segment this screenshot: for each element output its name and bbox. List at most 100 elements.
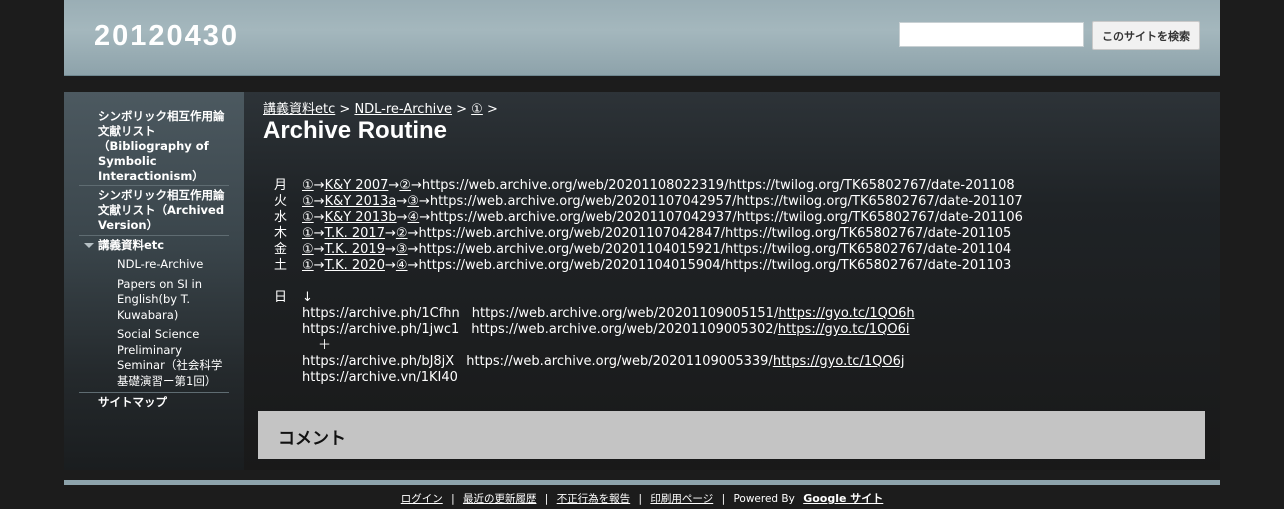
archive-ph-text: https://archive.ph/1Cfhn	[302, 306, 460, 321]
footer-report-abuse-link[interactable]: 不正行為を報告	[557, 493, 631, 505]
gyo-link[interactable]: https://gyo.tc/1QO6h	[778, 306, 914, 321]
archive-url-text: https://web.archive.org/web/202011070428…	[418, 226, 1012, 241]
archive-url-text: https://web.archive.org/web/202011080223…	[421, 178, 1015, 193]
search-button[interactable]: このサイトを検索	[1092, 21, 1200, 50]
sidebar-subitem-papers-on-si[interactable]: Papers on SI in English(by T. Kuwabara)	[79, 275, 229, 326]
breadcrumb-link-1[interactable]: ①	[471, 102, 483, 117]
site-header: 20120430 このサイトを検索	[64, 0, 1220, 76]
gyo-link[interactable]: https://gyo.tc/1QO6i	[778, 322, 910, 337]
link-num[interactable]: ④	[396, 258, 408, 273]
sidebar-item-sitemap[interactable]: サイトマップ	[79, 393, 229, 411]
link-ref[interactable]: T.K. 2017	[325, 226, 385, 241]
link-num[interactable]: ④	[408, 210, 420, 225]
gyo-link[interactable]: https://gyo.tc/1QO6j	[773, 354, 905, 369]
arrow: →	[313, 226, 325, 241]
routine-row-fri: 金 ①→T.K. 2019→③→https://web.archive.org/…	[274, 242, 1023, 258]
footer-print-page-link[interactable]: 印刷用ページ	[650, 493, 713, 505]
link-1[interactable]: ①	[302, 242, 314, 257]
archive-ph-text: https://archive.ph/bJ8jX	[302, 354, 455, 369]
site-title[interactable]: 20120430	[94, 20, 239, 53]
down-arrow: ↓	[302, 290, 313, 305]
archive-url-text: https://web.archive.org/web/202011070429…	[430, 210, 1023, 225]
link-1[interactable]: ①	[302, 178, 314, 193]
sidebar-item-bibliography[interactable]: シンボリック相互作用論文献リスト（Bibliography of Symboli…	[79, 109, 229, 186]
arrow: →	[313, 258, 325, 273]
sidebar-item-lecture-materials[interactable]: 講義資料etc	[79, 236, 229, 255]
link-ref[interactable]: T.K. 2019	[325, 242, 385, 257]
day-label: 火	[274, 194, 288, 209]
arrow: →	[396, 210, 408, 225]
breadcrumb-separator: >	[339, 102, 351, 117]
sidebar-subitem-seminar[interactable]: Social Science Preliminary Seminar（社会科学基…	[79, 325, 229, 393]
link-1[interactable]: ①	[302, 210, 314, 225]
footer-separator: |	[451, 493, 455, 505]
footer: ログイン | 最近の更新履歴 | 不正行為を報告 | 印刷用ページ | Powe…	[0, 490, 1284, 506]
sidebar-nav: シンボリック相互作用論文献リスト（Bibliography of Symboli…	[79, 109, 229, 411]
wayback-prefix-text: https://web.archive.org/web/202011090053…	[471, 322, 778, 337]
routine-row-sun: 日 ↓ https://archive.ph/1Cfhn https://web.…	[274, 290, 1023, 386]
sunday-row: https://archive.ph/bJ8jX https://web.arch…	[302, 354, 915, 370]
arrow: →	[419, 210, 431, 225]
footer-separator: |	[638, 493, 643, 505]
link-ref[interactable]: T.K. 2020	[325, 258, 385, 273]
arrow: →	[396, 194, 408, 209]
link-ref[interactable]: K&Y 2013a	[325, 194, 397, 209]
archive-vn-text: https://archive.vn/1KI40	[302, 370, 458, 385]
routine-row-tue: 火 ①→K&Y 2013a→③→https://web.archive.org/…	[274, 194, 1023, 210]
main-area: シンボリック相互作用論文献リスト（Bibliography of Symboli…	[64, 92, 1220, 470]
footer-divider	[64, 480, 1220, 485]
search-input[interactable]	[899, 22, 1084, 47]
day-label: 金	[274, 242, 288, 257]
link-1[interactable]: ①	[302, 226, 314, 241]
archive-url-text: https://web.archive.org/web/202011040159…	[418, 258, 1012, 273]
expand-triangle-icon[interactable]	[84, 243, 94, 248]
day-label: 日	[274, 290, 288, 305]
day-label: 木	[274, 226, 288, 241]
archive-url-text: https://web.archive.org/web/202011040159…	[418, 242, 1012, 257]
day-label: 土	[274, 258, 288, 273]
routine-row-wed: 水 ①→K&Y 2013b→④→https://web.archive.org/…	[274, 210, 1023, 226]
footer-login-link[interactable]: ログイン	[401, 493, 443, 505]
link-ref[interactable]: K&Y 2007	[325, 178, 389, 193]
breadcrumb-link-ndl[interactable]: NDL-re-Archive	[354, 102, 452, 117]
footer-recent-changes-link[interactable]: 最近の更新履歴	[463, 493, 537, 505]
wayback-prefix-text: https://web.archive.org/web/202011090051…	[471, 306, 779, 321]
sunday-row: https://archive.ph/1Cfhn https://web.arch…	[302, 306, 915, 322]
comments-section: コメント	[258, 411, 1205, 459]
link-num[interactable]: ②	[399, 178, 411, 193]
content-area: 講義資料etc > NDL-re-Archive > ① > Archive R…	[244, 92, 1220, 470]
breadcrumb-link-lecture[interactable]: 講義資料etc	[263, 102, 335, 117]
link-1[interactable]: ①	[302, 194, 314, 209]
breadcrumb-separator: >	[456, 102, 468, 117]
plus-sign: ＋	[318, 338, 332, 353]
link-num[interactable]: ③	[396, 242, 408, 257]
sunday-row: https://archive.ph/1jwc1 https://web.arch…	[302, 322, 915, 338]
arrow: →	[313, 210, 325, 225]
link-num[interactable]: ②	[396, 226, 408, 241]
arrow: →	[407, 258, 419, 273]
footer-powered-by: Powered By	[733, 493, 795, 505]
link-1[interactable]: ①	[302, 258, 314, 273]
archive-url-text: https://web.archive.org/web/202011070429…	[429, 194, 1023, 209]
arrow: →	[410, 178, 422, 193]
sunday-block: ↓ https://archive.ph/1Cfhn https://web.ar…	[302, 290, 915, 386]
sidebar-item-archived-version[interactable]: シンボリック相互作用論文献リスト（Archived Version）	[79, 186, 229, 236]
arrow: →	[313, 194, 325, 209]
arrow: →	[313, 242, 325, 257]
page-title: Archive Routine	[263, 117, 448, 144]
footer-separator: |	[544, 493, 549, 505]
footer-google-sites-link[interactable]: Google サイト	[803, 492, 883, 505]
arrow: →	[313, 178, 325, 193]
arrow: →	[407, 242, 419, 257]
arrow: →	[388, 178, 400, 193]
footer-separator: |	[721, 493, 726, 505]
arrow: →	[407, 226, 419, 241]
sidebar: シンボリック相互作用論文献リスト（Bibliography of Symboli…	[64, 92, 244, 470]
sidebar-subitem-ndl-re-archive[interactable]: NDL-re-Archive	[79, 255, 229, 275]
breadcrumb: 講義資料etc > NDL-re-Archive > ① >	[263, 98, 498, 117]
routine-row-thu: 木 ①→T.K. 2017→②→https://web.archive.org/…	[274, 226, 1023, 242]
day-label: 水	[274, 210, 288, 225]
comments-title: コメント	[278, 429, 346, 448]
link-ref[interactable]: K&Y 2013b	[325, 210, 397, 225]
link-num[interactable]: ③	[407, 194, 419, 209]
